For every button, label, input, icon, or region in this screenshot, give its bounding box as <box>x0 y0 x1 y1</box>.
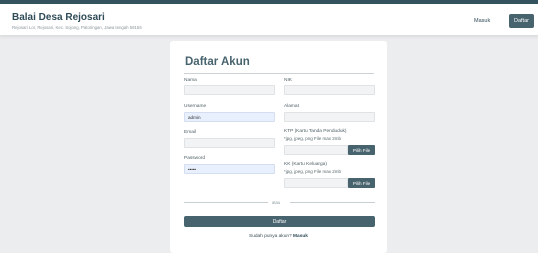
site-address: Rejosari Lor, Rejosari, Kec. Sojong, Pat… <box>12 25 142 30</box>
nama-input[interactable] <box>184 85 275 95</box>
ktp-hint: *jpg, jpeg, png File max 2mb <box>284 136 342 141</box>
nav-login-link[interactable]: Masuk <box>474 18 490 24</box>
nik-label: NIK <box>284 78 292 83</box>
ktp-choose-file-button[interactable]: Pilih File <box>348 145 375 155</box>
kk-file-field[interactable] <box>284 178 348 188</box>
divider-left <box>184 202 268 203</box>
register-card: Daftar Akun Nama NIK Username admin Alam… <box>170 41 387 253</box>
login-prompt: Sudah punya akun? Masuk <box>170 234 387 239</box>
header-top-stripe <box>0 0 538 4</box>
ktp-label: KTP (Kartu Tanda Penduduk) <box>284 129 347 134</box>
login-link[interactable]: Masuk <box>293 234 308 239</box>
divider-text: atau <box>272 199 281 205</box>
username-input[interactable]: admin <box>184 112 275 122</box>
nama-label: Nama <box>184 78 197 83</box>
nav-register-button[interactable]: Daftar <box>509 14 534 28</box>
ktp-file-field[interactable] <box>284 145 348 155</box>
form-title: Daftar Akun <box>185 56 250 68</box>
nik-input[interactable] <box>284 85 375 95</box>
alamat-input[interactable] <box>284 112 375 122</box>
register-submit-button[interactable]: Daftar <box>184 216 375 227</box>
kk-choose-file-button[interactable]: Pilih File <box>348 178 375 188</box>
kk-hint: *jpg, jpeg, png File max 2mb <box>284 169 342 174</box>
site-title: Balai Desa Rejosari <box>12 12 105 23</box>
kk-label: KK (Kartu Keluarga) <box>284 162 327 167</box>
username-label: Username <box>184 104 207 109</box>
login-prompt-text: Sudah punya akun? <box>249 234 292 239</box>
password-input[interactable]: ••••• <box>184 164 275 174</box>
divider-right <box>290 202 375 203</box>
password-label: Password <box>184 156 206 161</box>
brand: Balai Desa Rejosari Rejosari Lor, Rejosa… <box>12 12 142 30</box>
title-divider <box>184 73 374 74</box>
app-header: Balai Desa Rejosari Rejosari Lor, Rejosa… <box>0 0 538 36</box>
alamat-label: Alamat <box>284 104 299 109</box>
email-input[interactable] <box>184 138 275 148</box>
email-label: Email <box>184 130 196 135</box>
